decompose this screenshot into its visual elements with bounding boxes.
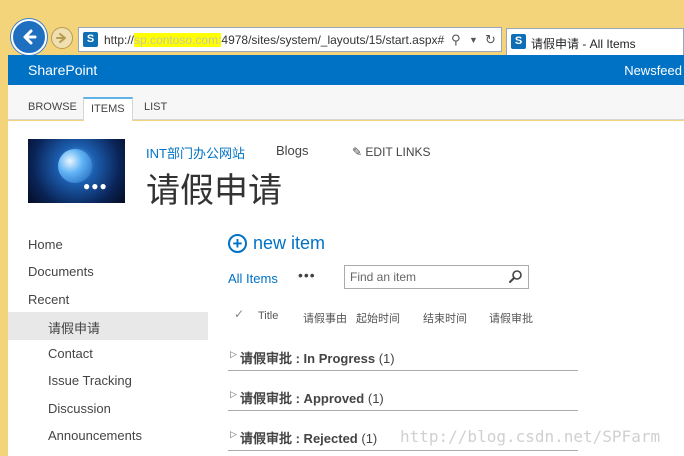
more-options-icon[interactable]: •••: [298, 267, 316, 283]
group-count: (1): [367, 391, 384, 406]
view-all-items[interactable]: All Items: [228, 271, 278, 286]
forward-button[interactable]: [51, 27, 73, 49]
nav-item-leave-request[interactable]: 请假申请: [48, 318, 100, 337]
expand-triangle-icon[interactable]: ▷: [230, 429, 237, 440]
tab-items[interactable]: ITEMS: [83, 97, 133, 121]
group-label: 请假审批 : Rejected: [240, 431, 358, 446]
nav-selected-highlight: [8, 312, 208, 340]
tab-browse[interactable]: BROWSE: [21, 99, 84, 120]
col-end-time[interactable]: 结束时间: [423, 310, 467, 326]
watermark-text: http://blog.csdn.net/SPFarm: [400, 427, 661, 446]
nav-item-documents[interactable]: Documents: [28, 264, 94, 279]
nav-item-recent[interactable]: Recent: [28, 292, 69, 307]
group-label: 请假审批 : Approved: [240, 391, 365, 406]
page-title: 请假申请: [146, 172, 282, 210]
select-all-check-icon[interactable]: ✓: [234, 307, 244, 321]
search-input[interactable]: Find an item: [350, 270, 416, 284]
group-count: (1): [378, 351, 395, 366]
url-redacted-host: sp.contoso.com:: [134, 33, 222, 47]
refresh-icon[interactable]: ↻: [485, 32, 496, 48]
back-button[interactable]: [11, 19, 47, 55]
plus-icon: +: [228, 234, 247, 253]
nav-item-announcements[interactable]: Announcements: [48, 428, 142, 443]
group-label: 请假审批 : In Progress: [240, 351, 376, 366]
col-title[interactable]: Title: [258, 310, 278, 322]
site-name-link[interactable]: INT部门办公网站: [146, 143, 245, 162]
blogs-link[interactable]: Blogs: [276, 143, 309, 158]
tab-list[interactable]: LIST: [137, 99, 174, 120]
nav-item-discussion[interactable]: Discussion: [48, 401, 111, 416]
site-logo[interactable]: ●●●: [28, 139, 125, 203]
search-icon[interactable]: ⚲: [451, 32, 461, 48]
sharepoint-favicon-icon: S: [511, 34, 526, 49]
new-item-label: new item: [253, 233, 326, 253]
address-bar[interactable]: S http://sp.contoso.com:4978/sites/syste…: [78, 27, 502, 52]
arrow-left-icon: [23, 29, 37, 45]
nav-item-contact[interactable]: Contact: [48, 346, 93, 361]
group-count: (1): [361, 431, 378, 446]
tab-title: 请假申请 - All Items: [531, 37, 636, 51]
edit-links-button[interactable]: ✎ EDIT LINKS: [352, 145, 431, 159]
new-item-button[interactable]: + new item: [228, 233, 325, 254]
nav-item-issue-tracking[interactable]: Issue Tracking: [48, 373, 132, 388]
ribbon: BROWSE ITEMS LIST: [8, 85, 684, 121]
page-body: ●●● INT部门办公网站 Blogs ✎ EDIT LINKS 请假申请 Ho…: [8, 121, 684, 456]
col-reason[interactable]: 请假事由: [303, 310, 347, 326]
sharepoint-brand[interactable]: SharePoint: [28, 62, 97, 78]
search-box[interactable]: Find an item: [344, 265, 529, 289]
dots-decoration: ●●●: [83, 179, 108, 193]
expand-triangle-icon[interactable]: ▷: [230, 349, 237, 360]
arrow-right-icon: [56, 33, 66, 43]
col-approval[interactable]: 请假审批: [489, 310, 533, 326]
group-approved[interactable]: ▷ 请假审批 : Approved (1): [228, 383, 578, 411]
expand-triangle-icon[interactable]: ▷: [230, 389, 237, 400]
nav-item-home[interactable]: Home: [28, 237, 63, 252]
group-in-progress[interactable]: ▷ 请假审批 : In Progress (1): [228, 343, 578, 371]
pencil-icon: ✎: [352, 145, 363, 159]
browser-tab[interactable]: S 请假申请 - All Items: [506, 28, 684, 55]
newsfeed-link[interactable]: Newsfeed: [624, 63, 682, 78]
edit-links-label: EDIT LINKS: [365, 145, 431, 159]
dropdown-icon[interactable]: ▼: [469, 35, 478, 45]
sharepoint-favicon-icon: S: [83, 32, 98, 47]
col-start-time[interactable]: 起始时间: [356, 310, 400, 326]
globe-icon: [58, 149, 92, 183]
search-icon[interactable]: [508, 269, 523, 284]
suite-bar: SharePoint Newsfeed: [8, 55, 684, 85]
browser-chrome: S http://sp.contoso.com:4978/sites/syste…: [0, 0, 684, 55]
url-text: http://sp.contoso.com:4978/sites/system/…: [104, 33, 445, 47]
